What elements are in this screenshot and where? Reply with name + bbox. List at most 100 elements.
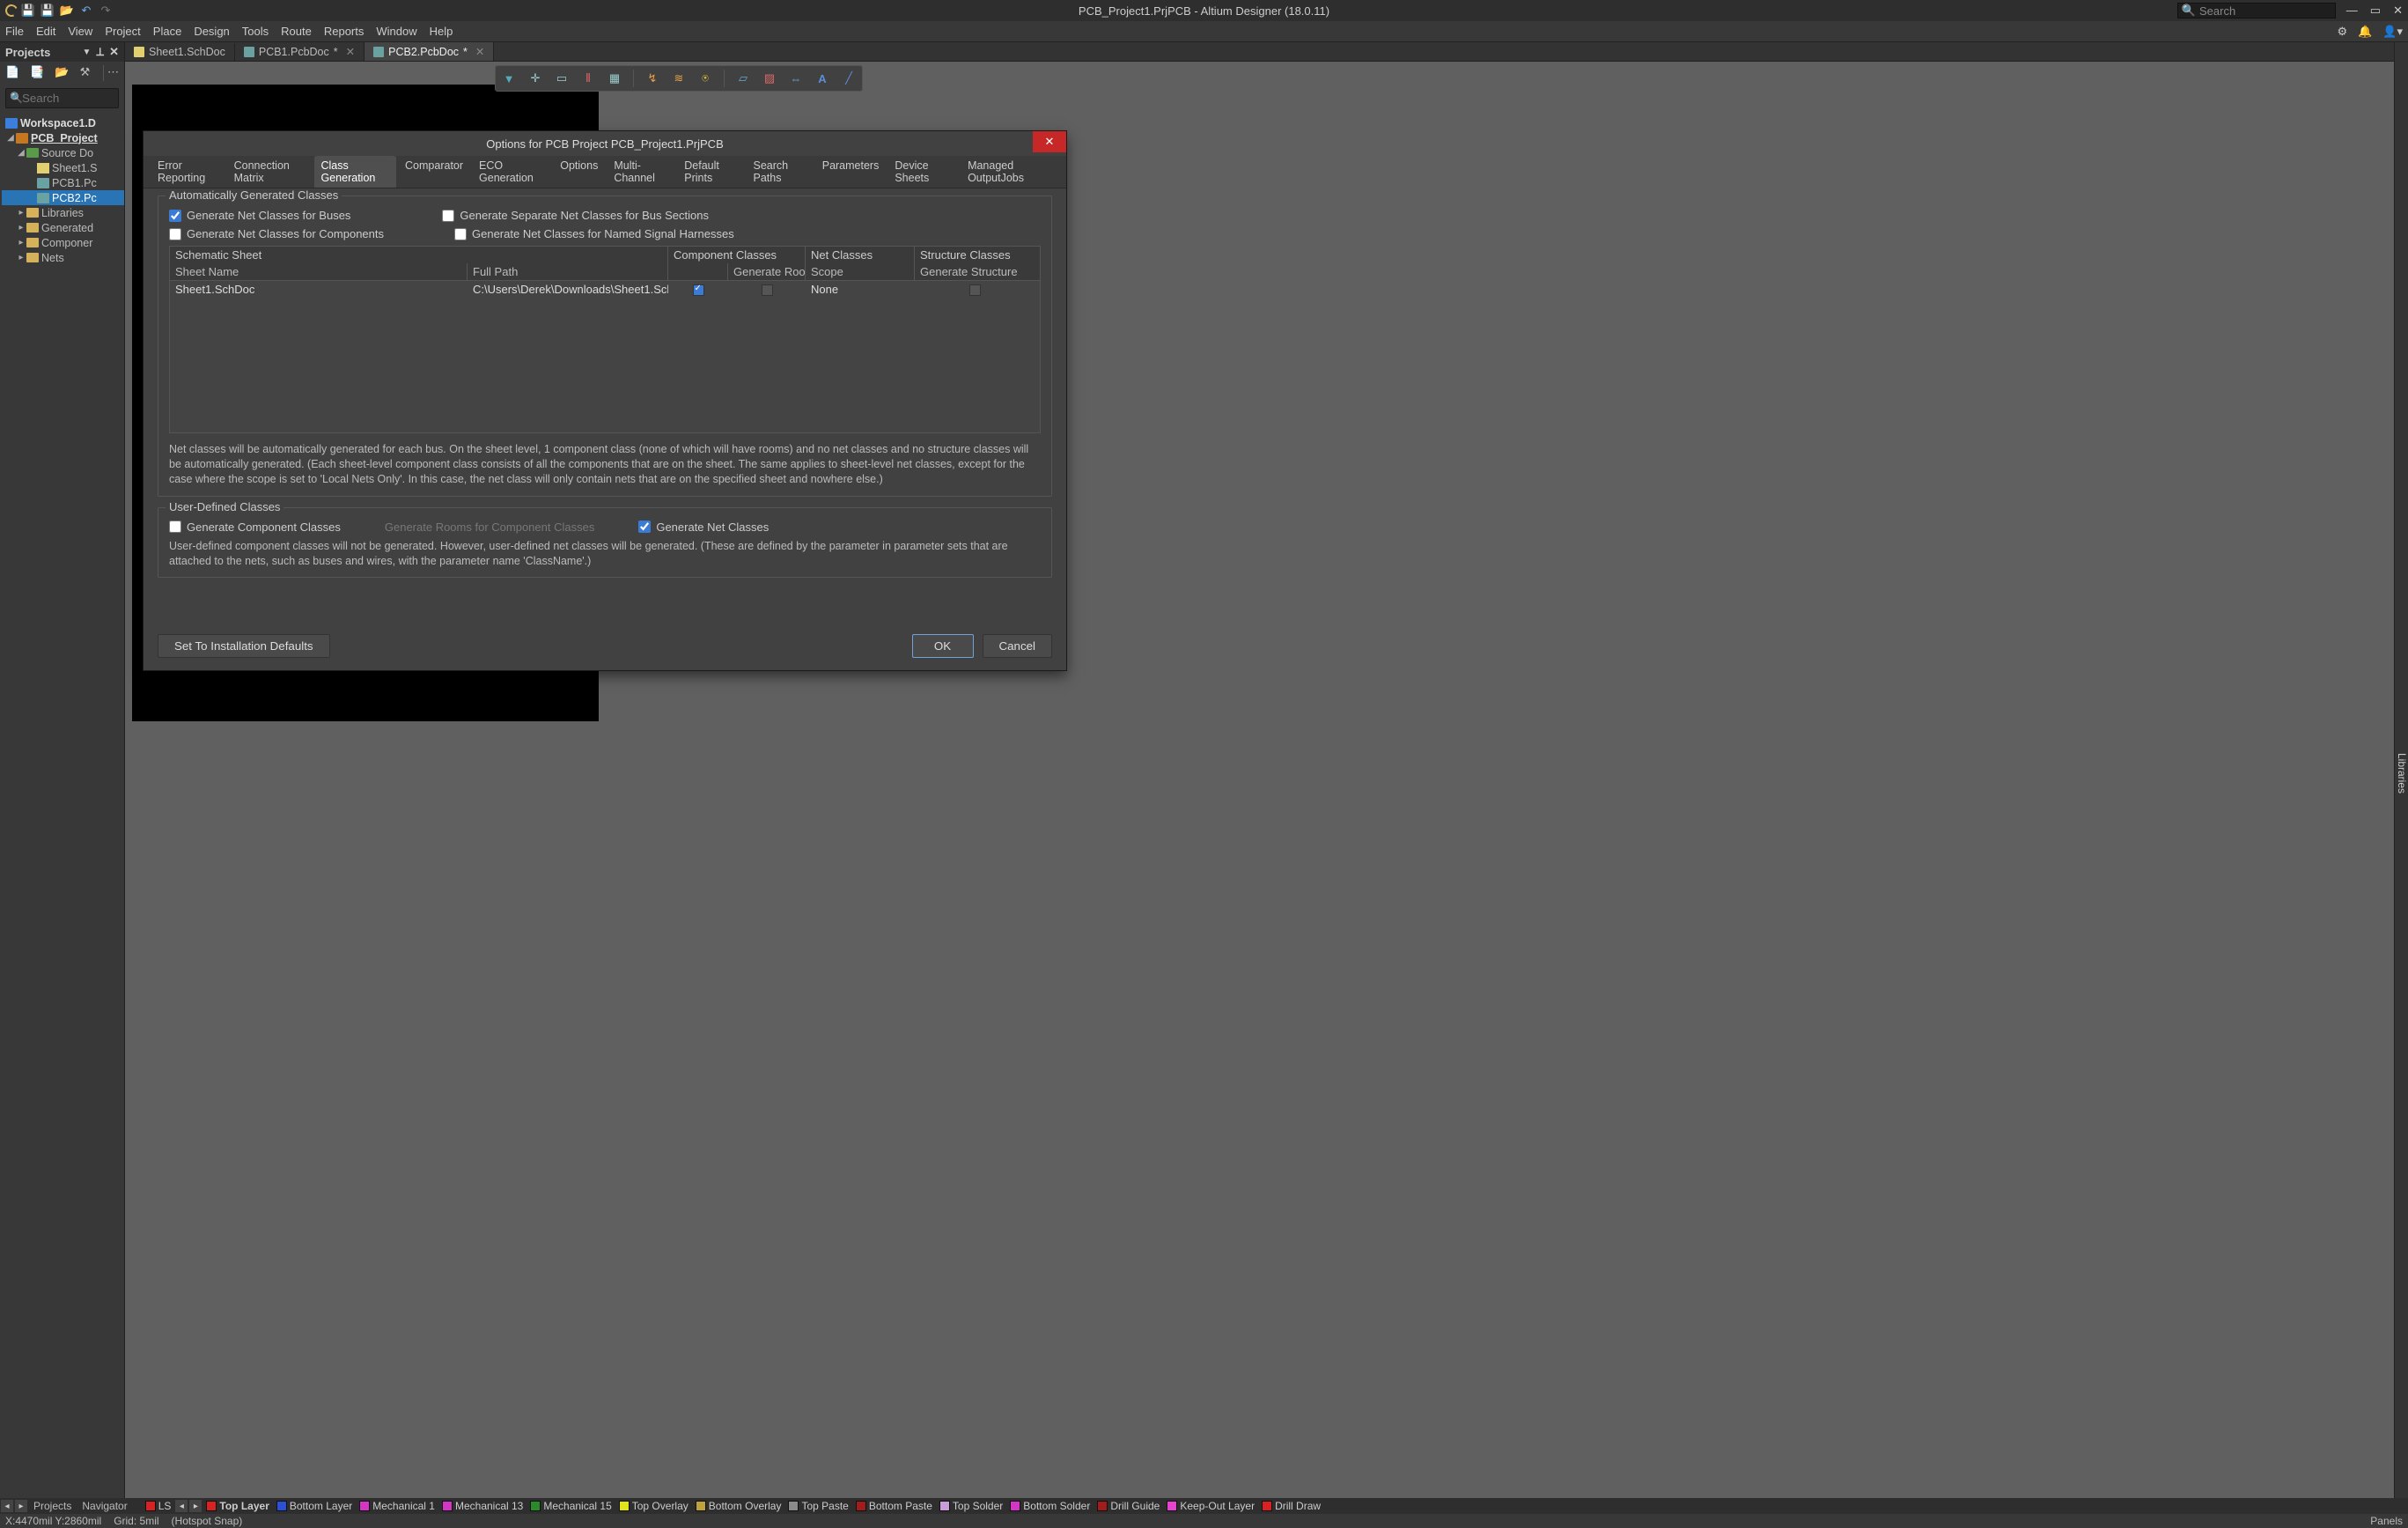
gear-icon[interactable]: ⚙ xyxy=(2337,25,2347,39)
ok-button[interactable]: OK xyxy=(912,634,974,658)
dlg-tab-multi-channel[interactable]: Multi-Channel xyxy=(607,156,675,188)
classes-grid[interactable]: Schematic Sheet Component Classes Net Cl… xyxy=(169,246,1041,433)
cell-blank-chk[interactable] xyxy=(668,281,728,298)
tree-nets[interactable]: ▸Nets xyxy=(2,250,124,265)
menu-view[interactable]: View xyxy=(68,25,92,38)
layer-scroll-icon[interactable]: ◂ xyxy=(175,1500,188,1512)
dlg-tab-connection-matrix[interactable]: Connection Matrix xyxy=(227,156,313,188)
save-icon[interactable]: 💾 xyxy=(21,4,35,18)
panel-more-icon[interactable]: ⋯ xyxy=(103,65,119,81)
tab-pcb1[interactable]: PCB1.PcbDoc*✕ xyxy=(235,42,365,61)
menu-route[interactable]: Route xyxy=(281,25,312,38)
panel-close-icon[interactable]: ✕ xyxy=(109,45,119,59)
libraries-panel-collapsed[interactable]: Libraries xyxy=(2394,42,2408,1500)
dlg-tab-class-generation[interactable]: Class Generation xyxy=(314,156,397,188)
new-project-icon[interactable]: 📑 xyxy=(30,65,44,81)
cell-rooms-chk[interactable] xyxy=(728,281,806,298)
layer-mechanical-15[interactable]: Mechanical 15 xyxy=(527,1500,615,1512)
layer-bottom-paste[interactable]: Bottom Paste xyxy=(852,1500,936,1512)
dlg-tab-search-paths[interactable]: Search Paths xyxy=(746,156,813,188)
text-icon[interactable]: A xyxy=(814,70,830,86)
route-icon[interactable]: ↯ xyxy=(644,70,660,86)
tree-libraries[interactable]: ▸Libraries xyxy=(2,205,124,220)
bottom-tab-navigator[interactable]: Navigator xyxy=(77,1500,132,1512)
cb-net-classes-harnesses[interactable]: Generate Net Classes for Named Signal Ha… xyxy=(454,227,734,240)
tree-components[interactable]: ▸Componer xyxy=(2,235,124,250)
panel-dropdown-icon[interactable]: ▼ xyxy=(83,48,92,57)
minimize-icon[interactable]: — xyxy=(2346,4,2358,18)
dlg-tab-eco-generation[interactable]: ECO Generation xyxy=(472,156,551,188)
col-sheet-name[interactable]: Sheet Name xyxy=(170,263,468,280)
col-gen-rooms[interactable]: Generate Rooms xyxy=(728,263,806,280)
redo-icon[interactable]: ↷ xyxy=(99,4,113,18)
menu-edit[interactable]: Edit xyxy=(36,25,55,38)
open-icon[interactable]: 📂 xyxy=(60,4,74,18)
select-rect-icon[interactable]: ▭ xyxy=(554,70,570,86)
bell-icon[interactable]: 🔔 xyxy=(2358,25,2372,39)
menu-help[interactable]: Help xyxy=(430,25,453,38)
close-icon[interactable]: ✕ xyxy=(2393,4,2403,18)
dialog-close-button[interactable]: ✕ xyxy=(1033,131,1066,152)
scroll-left-icon[interactable]: ◂ xyxy=(1,1500,13,1512)
dlg-tab-managed-outputjobs[interactable]: Managed OutputJobs xyxy=(961,156,1059,188)
layer-bottom-overlay[interactable]: Bottom Overlay xyxy=(692,1500,785,1512)
dlg-tab-parameters[interactable]: Parameters xyxy=(815,156,887,188)
cb-gen-net-classes[interactable]: Generate Net Classes xyxy=(638,520,769,534)
layer-drill-draw[interactable]: Drill Draw xyxy=(1258,1500,1324,1512)
layer-mechanical-13[interactable]: Mechanical 13 xyxy=(438,1500,527,1512)
menu-place[interactable]: Place xyxy=(153,25,182,38)
col-blank[interactable] xyxy=(668,263,728,280)
tree-generated[interactable]: ▸Generated xyxy=(2,220,124,235)
maximize-icon[interactable]: ▭ xyxy=(2370,4,2381,18)
layer-top-layer[interactable]: Top Layer xyxy=(203,1500,272,1512)
component-icon[interactable]: ▦ xyxy=(607,70,622,86)
undo-icon[interactable]: ↶ xyxy=(79,4,93,18)
layer-bottom-layer[interactable]: Bottom Layer xyxy=(273,1500,356,1512)
scroll-right-icon[interactable]: ▸ xyxy=(15,1500,27,1512)
cb-gen-component-classes[interactable]: Generate Component Classes xyxy=(169,520,341,534)
line-icon[interactable]: ╱ xyxy=(841,70,857,86)
menu-file[interactable]: File xyxy=(5,25,24,38)
menu-project[interactable]: Project xyxy=(105,25,140,38)
cb-net-classes-buses[interactable]: Generate Net Classes for Buses xyxy=(169,209,350,222)
tree-project[interactable]: ◢PCB_Project xyxy=(2,130,124,145)
cb-sep-net-classes-bus[interactable]: Generate Separate Net Classes for Bus Se… xyxy=(442,209,709,222)
layer-mechanical-1[interactable]: Mechanical 1 xyxy=(356,1500,438,1512)
poly-icon[interactable]: ▱ xyxy=(735,70,751,86)
cancel-button[interactable]: Cancel xyxy=(983,634,1053,658)
dlg-tab-comparator[interactable]: Comparator xyxy=(398,156,470,188)
menu-window[interactable]: Window xyxy=(376,25,416,38)
cell-scope[interactable]: None xyxy=(806,281,915,298)
global-search[interactable]: 🔍 Search xyxy=(2177,3,2336,18)
via-icon[interactable]: ⍟ xyxy=(697,70,713,86)
tab-close-icon[interactable]: ✕ xyxy=(346,45,355,58)
align-icon[interactable]: ⫴ xyxy=(580,70,596,86)
save-all-icon[interactable]: 💾 xyxy=(41,4,55,18)
tree-pcb1[interactable]: PCB1.Pc xyxy=(2,175,124,190)
pin-icon[interactable]: ⟂ xyxy=(96,45,104,59)
new-doc-icon[interactable]: 📄 xyxy=(5,65,19,81)
cell-struct-chk[interactable] xyxy=(915,281,1035,298)
layer-drill-guide[interactable]: Drill Guide xyxy=(1094,1500,1163,1512)
set-defaults-button[interactable]: Set To Installation Defaults xyxy=(158,634,330,658)
panels-button[interactable]: Panels xyxy=(2370,1515,2403,1527)
cb-net-classes-components[interactable]: Generate Net Classes for Components xyxy=(169,227,384,240)
tree-pcb2[interactable]: PCB2.Pc xyxy=(2,190,124,205)
diff-pair-icon[interactable]: ≋ xyxy=(671,70,687,86)
user-icon[interactable]: 👤▾ xyxy=(2382,25,2403,39)
tab-pcb2[interactable]: PCB2.PcbDoc*✕ xyxy=(365,42,494,61)
tree-workspace[interactable]: Workspace1.D xyxy=(2,115,124,130)
layer-ls[interactable]: LS xyxy=(142,1500,175,1512)
layer-top-solder[interactable]: Top Solder xyxy=(936,1500,1006,1512)
menu-design[interactable]: Design xyxy=(194,25,229,38)
col-gen-structure[interactable]: Generate Structure xyxy=(915,263,1035,280)
menu-tools[interactable]: Tools xyxy=(242,25,269,38)
dlg-tab-default-prints[interactable]: Default Prints xyxy=(677,156,744,188)
col-scope[interactable]: Scope xyxy=(806,263,915,280)
tree-sheet1[interactable]: Sheet1.S xyxy=(2,160,124,175)
tree-source-docs[interactable]: ◢Source Do xyxy=(2,145,124,160)
col-full-path[interactable]: Full Path xyxy=(468,263,668,280)
layer-top-paste[interactable]: Top Paste xyxy=(784,1500,851,1512)
bottom-tab-projects[interactable]: Projects xyxy=(28,1500,77,1512)
layer-bottom-solder[interactable]: Bottom Solder xyxy=(1006,1500,1094,1512)
